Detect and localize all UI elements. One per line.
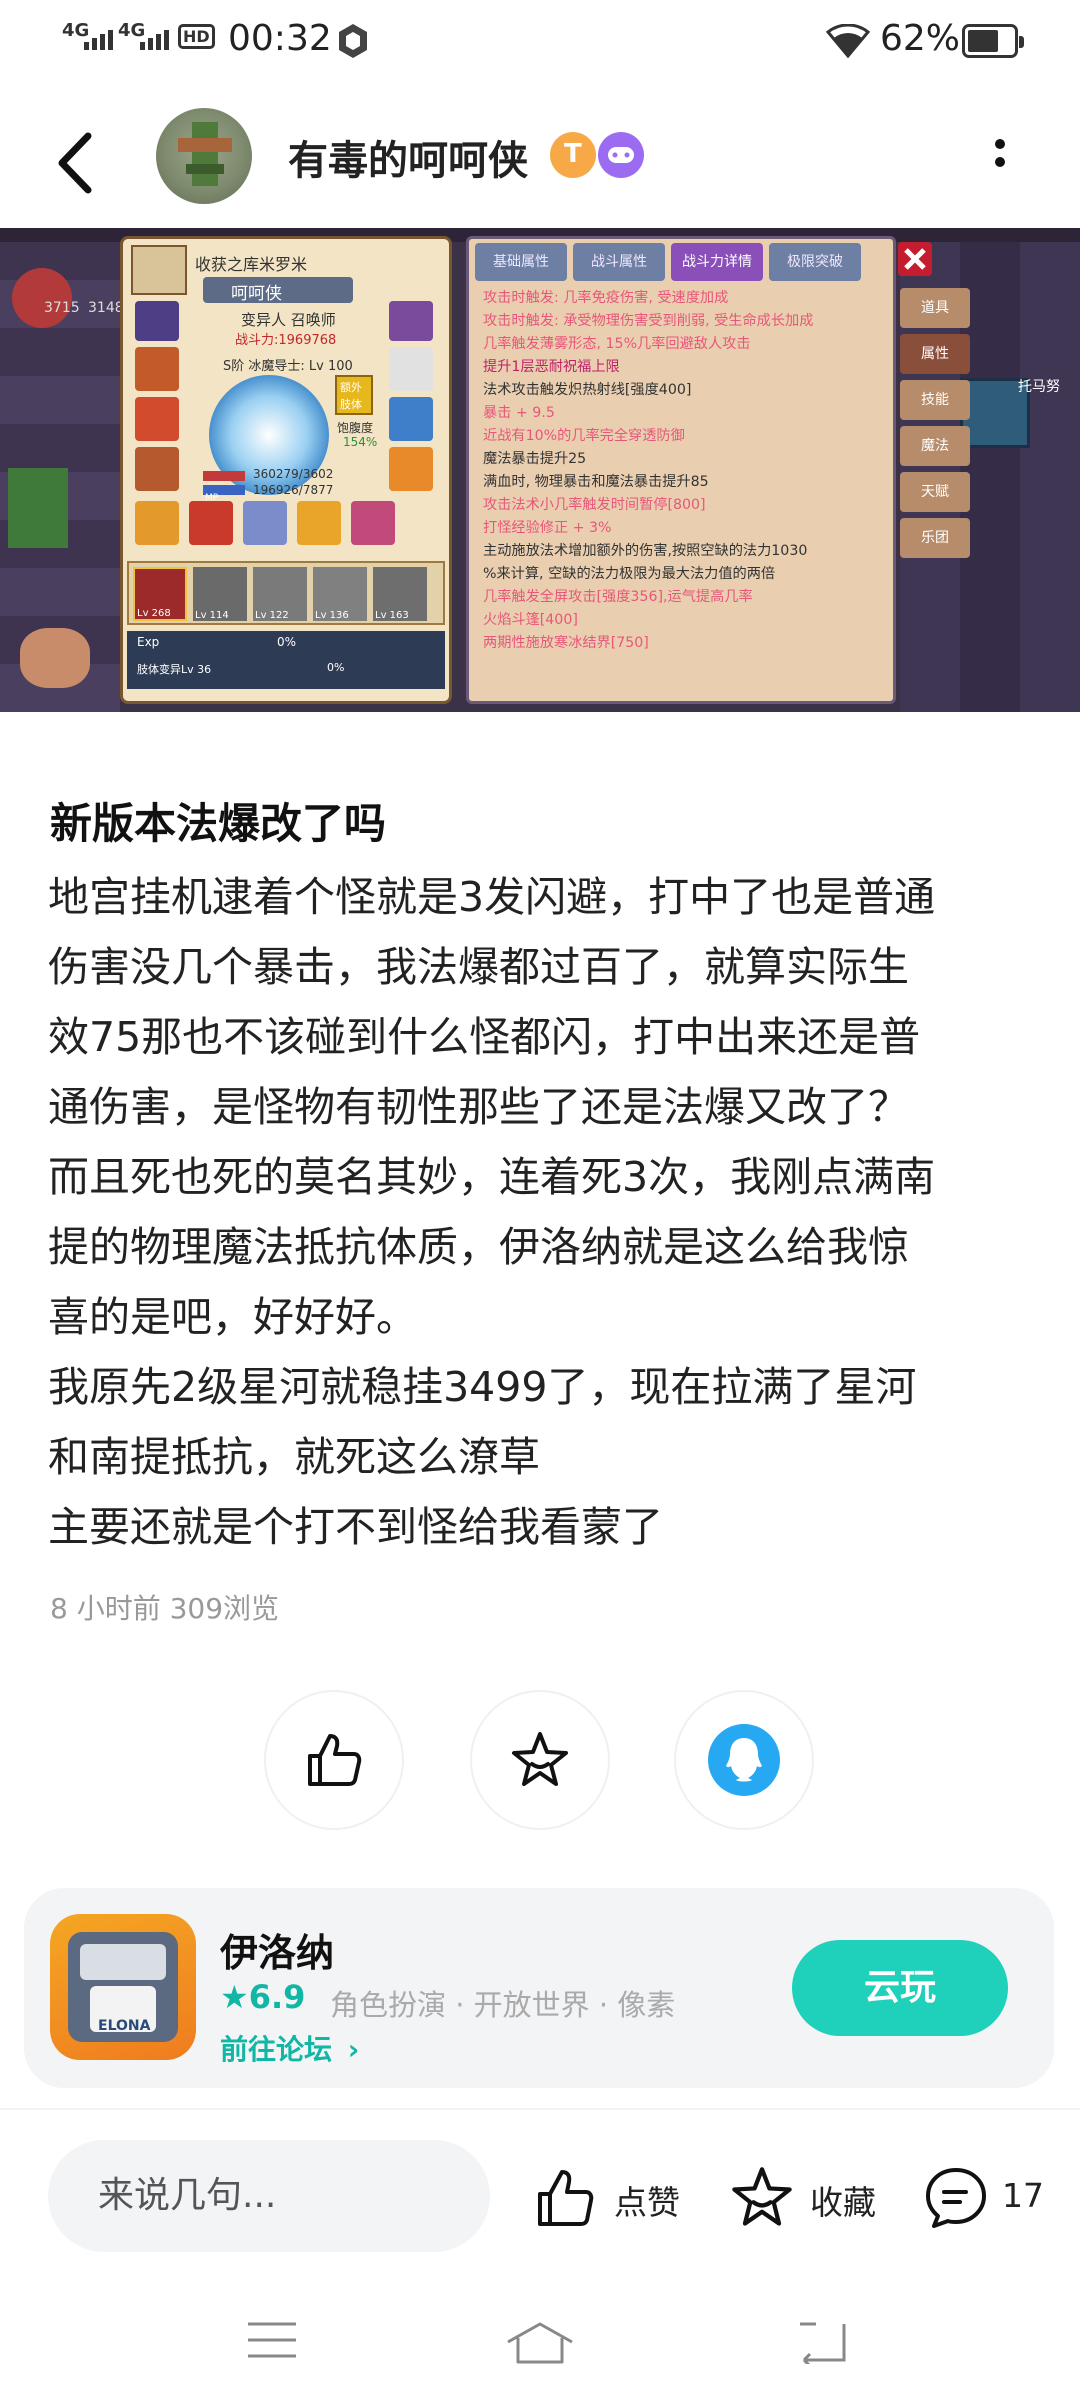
chevron-right-icon: › <box>347 2033 360 2066</box>
post-line: 而且死也死的莫名其妙，连着死3次，我刚点满南 <box>48 1153 936 1201</box>
hd-icon: HD <box>178 24 215 49</box>
thumbs-up-icon <box>308 1734 362 1786</box>
tab-battle: 战斗属性 <box>573 243 665 281</box>
tab-limit-break: 极限突破 <box>769 243 861 281</box>
post-header: 有毒的呵呵侠 T <box>0 100 1080 220</box>
wifi-icon <box>826 24 870 58</box>
post-line: 通伤害，是怪物有韧性那些了还是法爆又改了？ <box>48 1083 909 1131</box>
signal-icon-1 <box>84 30 113 50</box>
battery-icon <box>962 24 1024 58</box>
cloud-play-button[interactable]: 云玩 <box>792 1940 1008 2036</box>
game-rating: ★6.9 <box>220 1978 306 2016</box>
star-icon <box>512 1732 568 1786</box>
battery-percent: 62% <box>880 18 961 59</box>
forum-link[interactable]: 前往论坛 › <box>220 2028 359 2068</box>
like-circle-button[interactable] <box>264 1690 404 1830</box>
back-arrow-icon[interactable] <box>44 128 114 198</box>
side-tabs: 道具 属性 技能 魔法 天赋 乐团 <box>900 288 970 558</box>
like-icon[interactable] <box>534 2166 598 2230</box>
user-avatar[interactable] <box>156 108 252 204</box>
post-image[interactable]: 3715 3148 托马努 收获之库米罗米 呵呵侠 变异人 召唤师 战斗力:19… <box>0 228 1080 712</box>
post-line: 伤害没几个暴击，我法爆都过百了，就算实际生 <box>48 943 909 991</box>
qq-share-circle-button[interactable] <box>674 1690 814 1830</box>
favorite-label[interactable]: 收藏 <box>810 2176 876 2224</box>
signal-icon-2 <box>140 30 169 50</box>
star-rating-icon: ★ <box>220 1978 249 2016</box>
game-app-icon[interactable]: ELONA <box>50 1914 196 2060</box>
character-panel: 收获之库米罗米 呵呵侠 变异人 召唤师 战斗力:1969768 S阶 冰魔导士:… <box>120 236 452 704</box>
post-line: 地宫挂机逮着个怪就是3发闪避，打中了也是普通 <box>48 873 936 921</box>
comment-input[interactable]: 来说几句... <box>48 2140 490 2252</box>
like-label[interactable]: 点赞 <box>614 2176 680 2224</box>
map-label: 3715 <box>44 300 80 316</box>
status-bar: 4G 4G HD 00:32 62% <box>0 0 1080 84</box>
close-icon <box>898 242 932 276</box>
comment-count[interactable]: 17 <box>1002 2176 1044 2215</box>
notification-hexagon-icon <box>339 24 367 58</box>
game-card[interactable]: ELONA 伊洛纳 ★6.9 角色扮演 · 开放世界 · 像素 前往论坛 › 云… <box>24 1888 1054 2088</box>
post-title: 新版本法爆改了吗 <box>50 799 387 848</box>
comment-icon[interactable] <box>922 2166 990 2230</box>
game-name: 伊洛纳 <box>220 1931 335 1975</box>
pet-slots: Lv 268 Lv 114 Lv 122 Lv 136 Lv 163 <box>127 561 445 625</box>
status-time: 00:32 <box>228 18 332 59</box>
stats-panel: 基础属性 战斗属性 战斗力详情 极限突破 攻击时触发: 几率免疫伤害, 受速度加… <box>466 236 896 704</box>
post-line: 提的物理魔法抵抗体质，伊洛纳就是这么给我惊 <box>48 1223 909 1271</box>
menu-nav-icon[interactable] <box>246 2320 298 2360</box>
back-nav-icon[interactable] <box>796 2320 848 2364</box>
post-body: 地宫挂机逮着个怪就是3发闪避，打中了也是普通 伤害没几个暴击，我法爆都过百了，就… <box>48 862 1038 1562</box>
username[interactable]: 有毒的呵呵侠 <box>288 128 528 186</box>
post-meta: 8 小时前 309浏览 <box>50 1592 280 1625</box>
map-label: 托马努 <box>1018 379 1060 395</box>
post-line: 和南提抵抗，就死这么潦草 <box>48 1433 540 1481</box>
home-nav-icon[interactable] <box>504 2320 576 2366</box>
map-label: 3148 <box>88 300 124 316</box>
tab-power-detail: 战斗力详情 <box>671 243 763 281</box>
favorite-icon[interactable] <box>728 2164 796 2232</box>
post-line: 效75那也不该碰到什么怪都闪，打中出来还是普 <box>48 1013 921 1061</box>
post-line: 喜的是吧，好好好。 <box>48 1293 417 1341</box>
qq-icon <box>708 1724 780 1796</box>
tab-basic: 基础属性 <box>475 243 567 281</box>
more-options-icon[interactable] <box>980 132 1020 192</box>
post-line: 主要还就是个打不到怪给我看蒙了 <box>48 1503 663 1551</box>
favorite-circle-button[interactable] <box>470 1690 610 1830</box>
divider <box>0 2108 1080 2110</box>
post-line: 我原先2级星河就稳挂3499了，现在拉满了星河 <box>48 1363 917 1411</box>
game-tags: 角色扮演 · 开放世界 · 像素 <box>330 1988 676 2022</box>
stats-list: 攻击时触发: 几率免疫伤害, 受速度加成 攻击时触发: 承受物理伤害受到削弱, … <box>483 290 814 651</box>
t-badge-icon: T <box>550 132 596 178</box>
gamepad-badge-icon <box>598 132 644 178</box>
